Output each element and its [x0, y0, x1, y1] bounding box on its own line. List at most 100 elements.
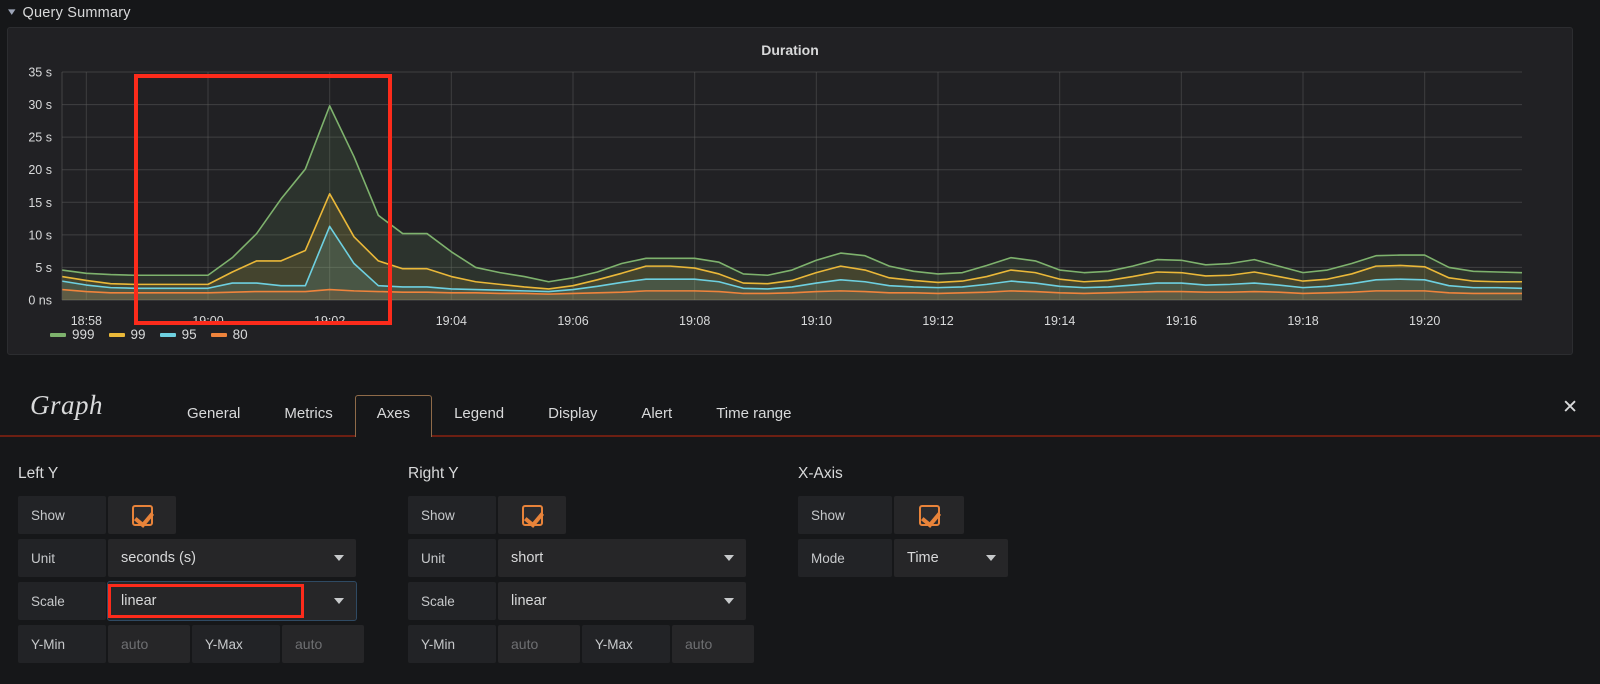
y-axis-tick: 0 ns: [28, 294, 52, 308]
right-y-min-placeholder: auto: [511, 636, 538, 652]
x-axis-tick: 19:12: [922, 314, 953, 328]
left-y-unit-row: Unit seconds (s): [18, 539, 408, 577]
x-axis-tick: 19:20: [1409, 314, 1440, 328]
legend-color-swatch: [109, 333, 125, 337]
y-axis-tick: 15 s: [28, 196, 52, 210]
x-axis-tick: 19:10: [801, 314, 832, 328]
right-y-show-row: Show: [408, 496, 798, 534]
y-axis-tick: 10 s: [28, 228, 52, 242]
x-axis-mode-value: Time: [907, 550, 939, 566]
right-y-scale-select[interactable]: linear: [498, 582, 746, 620]
left-y-show-checkbox-cell[interactable]: [108, 496, 176, 534]
x-axis-tick: 19:02: [314, 314, 345, 328]
right-y-unit-label: Unit: [408, 539, 496, 577]
left-y-min-input[interactable]: auto: [108, 625, 190, 663]
legend-label: 80: [233, 327, 248, 342]
legend-item-99[interactable]: 99: [109, 327, 146, 342]
close-icon[interactable]: ✕: [1562, 398, 1578, 417]
right-y-unit-select[interactable]: short: [498, 539, 746, 577]
chart-legend[interactable]: 999999580: [50, 327, 248, 342]
axes-settings: Left Y Show Unit seconds (s) Scale linea…: [0, 437, 1600, 668]
y-axis-tick: 5 s: [35, 261, 52, 275]
y-axis-tick: 20 s: [28, 163, 52, 177]
x-axis-tick: 19:00: [192, 314, 223, 328]
tab-general[interactable]: General: [165, 395, 262, 437]
x-axis-tick: 18:58: [71, 314, 102, 328]
x-axis-show-checkbox-cell[interactable]: [894, 496, 964, 534]
x-axis-mode-row: Mode Time: [798, 539, 1128, 577]
query-summary-title: Query Summary: [23, 5, 131, 21]
x-axis-tick: 19:18: [1287, 314, 1318, 328]
chevron-down-icon: [986, 555, 996, 561]
right-y-max-label: Y-Max: [582, 625, 670, 663]
x-axis-mode-select[interactable]: Time: [894, 539, 1008, 577]
left-y-scale-value: linear: [121, 593, 156, 609]
chevron-down-icon: [724, 555, 734, 561]
right-y-show-checkbox-cell[interactable]: [498, 496, 566, 534]
x-axis-title: X-Axis: [798, 465, 1128, 483]
tab-alert[interactable]: Alert: [619, 395, 694, 437]
left-y-show-row: Show: [18, 496, 408, 534]
left-y-unit-label: Unit: [18, 539, 106, 577]
editor-tab-bar: Graph GeneralMetricsAxesLegendDisplayAle…: [0, 375, 1600, 437]
chevron-down-icon: [724, 598, 734, 604]
tab-metrics[interactable]: Metrics: [262, 395, 354, 437]
tab-time-range[interactable]: Time range: [694, 395, 813, 437]
right-y-unit-row: Unit short: [408, 539, 798, 577]
right-y-section: Right Y Show Unit short Scale linear: [408, 465, 798, 668]
left-y-scale-row: Scale linear: [18, 582, 408, 620]
graph-editor: Graph GeneralMetricsAxesLegendDisplayAle…: [0, 375, 1600, 684]
left-y-show-checkbox[interactable]: [132, 505, 153, 526]
left-y-scale-select[interactable]: linear: [108, 582, 356, 620]
right-y-show-checkbox[interactable]: [522, 505, 543, 526]
left-y-unit-select[interactable]: seconds (s): [108, 539, 356, 577]
y-axis-tick: 35 s: [28, 66, 52, 80]
editor-panel-type: Graph: [30, 390, 103, 435]
chevron-down-icon: [334, 555, 344, 561]
left-y-minmax-row: Y-Min auto Y-Max auto: [18, 625, 408, 663]
legend-item-999[interactable]: 999: [50, 327, 95, 342]
x-axis-show-label: Show: [798, 496, 892, 534]
left-y-max-label: Y-Max: [192, 625, 280, 663]
right-y-scale-label: Scale: [408, 582, 496, 620]
legend-item-95[interactable]: 95: [160, 327, 197, 342]
duration-chart[interactable]: 0 ns5 s10 s15 s20 s25 s30 s35 s18:5819:0…: [8, 64, 1574, 356]
right-y-max-placeholder: auto: [685, 636, 712, 652]
x-axis-show-row: Show: [798, 496, 1128, 534]
tab-legend[interactable]: Legend: [432, 395, 526, 437]
y-axis-tick: 25 s: [28, 131, 52, 145]
chevron-down-icon[interactable]: ▾: [8, 7, 15, 18]
right-y-scale-row: Scale linear: [408, 582, 798, 620]
right-y-min-input[interactable]: auto: [498, 625, 580, 663]
legend-item-80[interactable]: 80: [211, 327, 248, 342]
x-axis-show-checkbox[interactable]: [919, 505, 940, 526]
graph-panel: Duration 0 ns5 s10 s15 s20 s25 s30 s35 s…: [7, 27, 1573, 355]
x-axis-tick: 19:06: [557, 314, 588, 328]
graph-plot-area[interactable]: 0 ns5 s10 s15 s20 s25 s30 s35 s18:5819:0…: [8, 64, 1574, 356]
left-y-section: Left Y Show Unit seconds (s) Scale linea…: [18, 465, 408, 668]
tab-axes[interactable]: Axes: [355, 395, 432, 437]
right-y-max-input[interactable]: auto: [672, 625, 754, 663]
left-y-min-placeholder: auto: [121, 636, 148, 652]
left-y-scale-label: Scale: [18, 582, 106, 620]
left-y-title: Left Y: [18, 465, 408, 483]
query-summary-header[interactable]: ▾ Query Summary: [0, 0, 1600, 25]
right-y-scale-value: linear: [511, 593, 546, 609]
chevron-down-icon: [334, 598, 344, 604]
right-y-show-label: Show: [408, 496, 496, 534]
right-y-minmax-row: Y-Min auto Y-Max auto: [408, 625, 798, 663]
left-y-max-placeholder: auto: [295, 636, 322, 652]
legend-label: 999: [72, 327, 95, 342]
x-axis-tick: 19:14: [1044, 314, 1075, 328]
x-axis-tick: 19:16: [1166, 314, 1197, 328]
right-y-unit-value: short: [511, 550, 543, 566]
tab-display[interactable]: Display: [526, 395, 619, 437]
panel-title: Duration: [8, 28, 1572, 58]
x-axis-mode-label: Mode: [798, 539, 892, 577]
left-y-max-input[interactable]: auto: [282, 625, 364, 663]
x-axis-section: X-Axis Show Mode Time: [798, 465, 1128, 668]
legend-label: 95: [182, 327, 197, 342]
x-axis-tick: 19:08: [679, 314, 710, 328]
right-y-min-label: Y-Min: [408, 625, 496, 663]
legend-color-swatch: [50, 333, 66, 337]
